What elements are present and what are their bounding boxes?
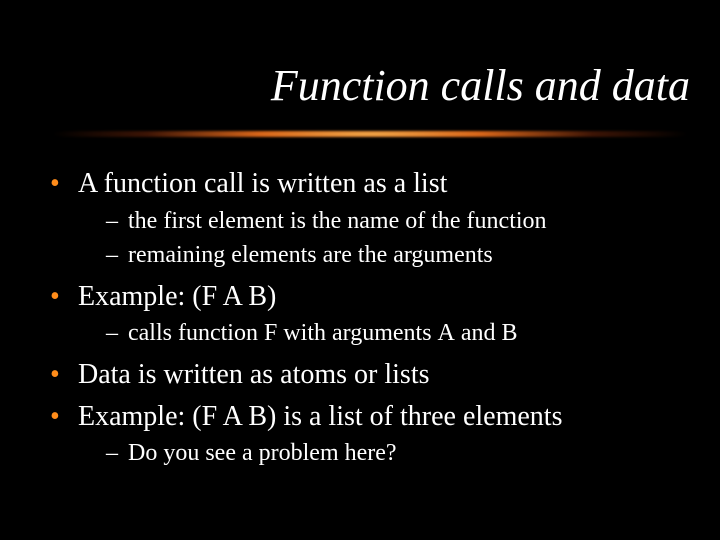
code-text: (F A B) <box>192 281 276 312</box>
sub-text: calls function <box>128 320 264 346</box>
bullet-item: Example: (F A B) calls function F with a… <box>48 278 690 350</box>
sub-item: calls function F with arguments A and B <box>106 317 690 349</box>
sub-list: the first element is the name of the fun… <box>78 205 690 272</box>
slide: Function calls and data A function call … <box>0 0 720 540</box>
sub-item: remaining elements are the arguments <box>106 239 690 271</box>
bullet-text: Data is written as atoms or lists <box>78 359 430 390</box>
bullet-text: Example: <box>78 281 192 312</box>
sub-text: and <box>455 320 502 346</box>
code-text: B <box>502 320 518 346</box>
sub-text: Do you see a problem here? <box>128 440 397 466</box>
code-text: (F A B) <box>192 401 276 432</box>
bullet-text: A function call is written as a list <box>78 168 447 199</box>
sub-item: the first element is the name of the fun… <box>106 205 690 237</box>
sub-item: Do you see a problem here? <box>106 437 690 469</box>
bullet-list: A function call is written as a list the… <box>48 165 690 470</box>
bullet-item: Example: (F A B) is a list of three elem… <box>48 398 690 470</box>
sub-text: with arguments <box>277 320 437 346</box>
code-text: A <box>438 320 455 346</box>
slide-title: Function calls and data <box>271 60 690 111</box>
bullet-text: Example: <box>78 401 192 432</box>
title-underline-glow <box>30 125 710 143</box>
sub-list: Do you see a problem here? <box>78 437 690 469</box>
bullet-item: A function call is written as a list the… <box>48 165 690 272</box>
bullet-text: is a list of three elements <box>276 401 562 432</box>
bullet-item: Data is written as atoms or lists <box>48 356 690 394</box>
sub-list: calls function F with arguments A and B <box>78 317 690 349</box>
sub-text: the first element is the name of the fun… <box>128 208 547 234</box>
slide-body: A function call is written as a list the… <box>48 165 690 476</box>
code-text: F <box>264 320 277 346</box>
sub-text: remaining elements are the arguments <box>128 242 493 268</box>
